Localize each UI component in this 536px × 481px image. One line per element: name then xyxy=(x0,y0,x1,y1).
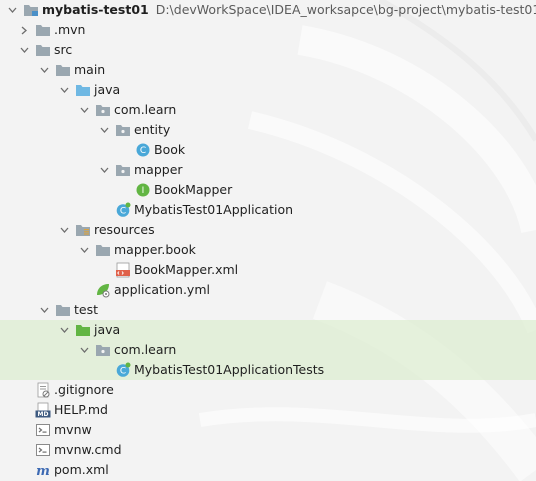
tree-node-com-learn[interactable]: com.learn xyxy=(0,100,536,120)
tree-node-resources[interactable]: resources xyxy=(0,220,536,240)
chevron-down-icon[interactable] xyxy=(58,220,70,240)
xml-file-icon xyxy=(115,262,131,278)
tree-label: .mvn xyxy=(54,22,86,37)
spring-boot-class-icon: C xyxy=(115,202,131,218)
tree-label: mvnw xyxy=(54,422,92,437)
tree-label: java xyxy=(94,82,121,97)
chevron-down-icon[interactable] xyxy=(98,160,110,180)
tree-node-book[interactable]: C Book xyxy=(0,140,536,160)
tree-label: pom.xml xyxy=(54,462,109,477)
package-icon xyxy=(95,342,111,358)
folder-icon xyxy=(55,302,71,318)
test-class-icon: C xyxy=(115,362,131,378)
chevron-down-icon[interactable] xyxy=(58,80,70,100)
tree-label: mapper.book xyxy=(114,242,196,257)
chevron-down-icon[interactable] xyxy=(78,240,90,260)
tree-label: HELP.md xyxy=(54,402,108,417)
chevron-down-icon[interactable] xyxy=(78,340,90,360)
interface-icon: I xyxy=(135,182,151,198)
tree-node-java[interactable]: java xyxy=(0,80,536,100)
chevron-right-icon[interactable] xyxy=(18,20,30,40)
package-icon xyxy=(95,102,111,118)
tree-node-src[interactable]: src xyxy=(0,40,536,60)
folder-icon xyxy=(35,22,51,38)
tree-node-mvnw[interactable]: mvnw xyxy=(0,420,536,440)
spring-config-icon xyxy=(95,282,111,298)
project-tree: mybatis-test01 D:\devWorkSpace\IDEA_work… xyxy=(0,0,536,481)
folder-icon xyxy=(55,62,71,78)
folder-icon xyxy=(95,242,111,258)
tree-label: BookMapper.xml xyxy=(134,262,239,277)
tree-label: com.learn xyxy=(114,102,177,117)
svg-text:C: C xyxy=(120,207,126,217)
package-icon xyxy=(115,162,131,178)
markdown-file-icon: MD xyxy=(35,402,51,418)
tree-label: .gitignore xyxy=(54,382,114,397)
tree-node-application-yml[interactable]: application.yml xyxy=(0,280,536,300)
tree-node-test-java[interactable]: java xyxy=(0,320,536,340)
shell-script-icon xyxy=(35,422,51,438)
tree-node-mapper-book[interactable]: mapper.book xyxy=(0,240,536,260)
chevron-down-icon[interactable] xyxy=(6,0,18,20)
tree-node-mvn[interactable]: .mvn xyxy=(0,20,536,40)
tree-label: MybatisTest01Application xyxy=(134,202,294,217)
tree-node-book-mapper[interactable]: I BookMapper xyxy=(0,180,536,200)
chevron-down-icon[interactable] xyxy=(98,120,110,140)
svg-text:MD: MD xyxy=(38,411,49,418)
chevron-down-icon[interactable] xyxy=(38,300,50,320)
tree-label: test xyxy=(74,302,99,317)
tree-label: entity xyxy=(134,122,171,137)
tree-node-help-md[interactable]: MD HELP.md xyxy=(0,400,536,420)
tree-label: MybatisTest01ApplicationTests xyxy=(134,362,325,377)
tree-label: mvnw.cmd xyxy=(54,442,122,457)
tree-label: main xyxy=(74,62,106,77)
tree-node-gitignore[interactable]: .gitignore xyxy=(0,380,536,400)
tree-node-main[interactable]: main xyxy=(0,60,536,80)
tree-node-project-root[interactable]: mybatis-test01 D:\devWorkSpace\IDEA_work… xyxy=(0,0,536,20)
tree-label: src xyxy=(54,42,73,57)
package-icon xyxy=(115,122,131,138)
tree-node-mvnw-cmd[interactable]: mvnw.cmd xyxy=(0,440,536,460)
chevron-down-icon[interactable] xyxy=(18,40,30,60)
tree-label: java xyxy=(94,322,121,337)
tree-node-test-com-learn[interactable]: com.learn xyxy=(0,340,536,360)
svg-text:C: C xyxy=(120,367,126,377)
cmd-script-icon xyxy=(35,442,51,458)
tree-node-application-class[interactable]: C MybatisTest01Application xyxy=(0,200,536,220)
module-folder-icon xyxy=(23,2,39,18)
svg-text:C: C xyxy=(140,146,146,156)
class-icon: C xyxy=(135,142,151,158)
tree-node-mapper[interactable]: mapper xyxy=(0,160,536,180)
folder-icon xyxy=(35,42,51,58)
tree-label: BookMapper xyxy=(154,182,233,197)
tree-node-test[interactable]: test xyxy=(0,300,536,320)
chevron-down-icon[interactable] xyxy=(58,320,70,340)
svg-text:I: I xyxy=(142,186,145,196)
ignore-file-icon xyxy=(35,382,51,398)
test-source-folder-icon xyxy=(75,322,91,338)
project-name: mybatis-test01 xyxy=(42,2,149,17)
tree-node-book-mapper-xml[interactable]: BookMapper.xml xyxy=(0,260,536,280)
tree-node-entity[interactable]: entity xyxy=(0,120,536,140)
maven-icon: m xyxy=(35,462,51,478)
tree-node-application-tests[interactable]: C MybatisTest01ApplicationTests xyxy=(0,360,536,380)
tree-label: resources xyxy=(94,222,155,237)
chevron-down-icon[interactable] xyxy=(78,100,90,120)
source-folder-icon xyxy=(75,82,91,98)
tree-label: Book xyxy=(154,142,186,157)
tree-label: com.learn xyxy=(114,342,177,357)
chevron-down-icon[interactable] xyxy=(38,60,50,80)
svg-text:m: m xyxy=(36,464,50,478)
tree-node-pom-xml[interactable]: m pom.xml xyxy=(0,460,536,480)
project-path: D:\devWorkSpace\IDEA_worksapce\bg-projec… xyxy=(155,2,536,17)
tree-label: application.yml xyxy=(114,282,210,297)
resources-folder-icon xyxy=(75,222,91,238)
tree-label: mapper xyxy=(134,162,183,177)
